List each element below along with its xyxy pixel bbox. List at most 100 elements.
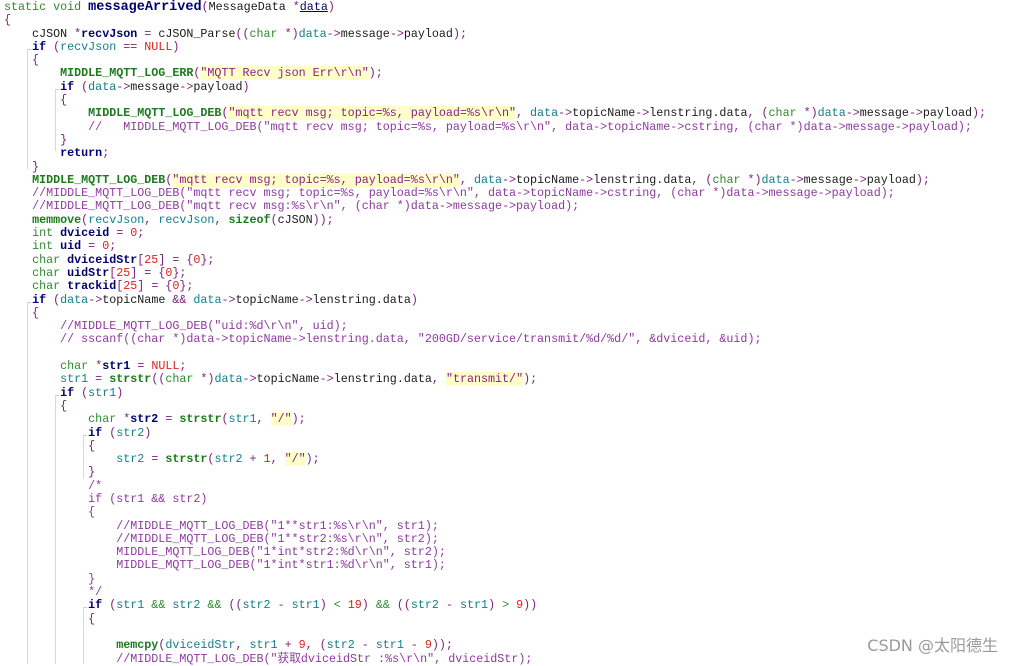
code-line[interactable]: //MIDDLE_MQTT_LOG_DEB("uid:%d\r\n", uid)…	[4, 319, 986, 333]
code-line[interactable]: memmove(recvJson, recvJson, sizeof(cJSON…	[4, 212, 986, 227]
fold-marker	[83, 435, 87, 436]
code-line[interactable]: //MIDDLE_MQTT_LOG_DEB("mqtt recv msg; to…	[4, 187, 986, 200]
code-token: topicName	[516, 172, 580, 187]
code-line[interactable]: if (str1 && str2 && ((str2 - str1) < 19)…	[4, 599, 986, 612]
code-token: recvJson	[88, 212, 145, 227]
code-line[interactable]: str2 = strstr(str2 + 1, "/");	[4, 452, 986, 467]
code-line[interactable]: char *str1 = NULL;	[4, 359, 986, 374]
code-line[interactable]: {	[4, 612, 986, 626]
code-line[interactable]: */	[4, 585, 986, 599]
code-token: "transmit/"	[445, 372, 524, 387]
code-token: (	[102, 598, 117, 613]
code-line[interactable]: {	[4, 54, 986, 67]
code-line[interactable]: char trackid[25] = {0};	[4, 280, 986, 293]
code-token: &&	[144, 598, 173, 613]
code-line[interactable]: if (data->topicName && data->topicName->…	[4, 292, 986, 307]
code-line[interactable]: {	[4, 306, 986, 320]
code-token: 9	[424, 638, 432, 653]
code-line[interactable]: MIDDLE_MQTT_LOG_ERR("MQTT Recv json Err\…	[4, 66, 986, 81]
code-line[interactable]	[4, 347, 986, 360]
code-line[interactable]: //MIDDLE_MQTT_LOG_DEB("mqtt recv msg:%s\…	[4, 200, 986, 213]
code-token: cJSON	[4, 26, 75, 41]
code-line[interactable]: // MIDDLE_MQTT_LOG_DEB("mqtt recv msg; t…	[4, 120, 986, 134]
code-line[interactable]: {	[4, 439, 986, 453]
code-token: ] = {	[158, 252, 194, 267]
code-line[interactable]: }	[4, 160, 986, 174]
code-token: ,	[270, 452, 285, 467]
code-token: strstr	[109, 372, 152, 387]
code-line[interactable]: char *str2 = strstr(str1, "/");	[4, 412, 986, 427]
code-token: char	[32, 265, 68, 280]
code-line[interactable]: return;	[4, 147, 986, 160]
code-line[interactable]: }	[4, 572, 986, 586]
code-token: return	[60, 146, 103, 161]
code-token: ==	[116, 39, 145, 54]
code-token: }	[4, 465, 96, 480]
indent-guide	[55, 89, 56, 151]
code-token: MessageData	[208, 0, 293, 14]
code-token: ->	[908, 106, 923, 121]
code-token: &&	[165, 292, 194, 307]
code-line[interactable]: MIDDLE_MQTT_LOG_DEB("1*int*str2:%d\r\n",…	[4, 546, 986, 559]
code-token: *)	[277, 26, 299, 41]
code-token: str1	[88, 385, 117, 400]
code-line[interactable]: if (str1)	[4, 385, 986, 400]
code-token: message	[340, 26, 390, 41]
code-line[interactable]: str1 = strstr((char *)data->topicName->l…	[4, 372, 986, 387]
code-token: str2	[214, 452, 243, 467]
code-line[interactable]: static void messageArrived(MessageData *…	[4, 0, 986, 14]
code-line[interactable]	[4, 626, 986, 639]
code-token: MIDDLE_MQTT_LOG_DEB	[32, 172, 166, 187]
code-line[interactable]: if (str1 && str2)	[4, 492, 986, 506]
code-line[interactable]: char uidStr[25] = {0};	[4, 265, 986, 280]
code-line[interactable]: // sscanf((char *)data->topicName->lenst…	[4, 333, 986, 346]
code-line[interactable]: MIDDLE_MQTT_LOG_DEB("1*int*str1:%d\r\n",…	[4, 559, 986, 572]
code-line[interactable]: {	[4, 14, 986, 27]
code-line[interactable]: int dviceid = 0;	[4, 226, 986, 240]
code-line[interactable]: {	[4, 506, 986, 519]
code-token: *)	[796, 106, 818, 121]
code-token: cJSON_Parse	[158, 26, 236, 41]
code-line[interactable]: }	[4, 466, 986, 479]
code-line[interactable]: //MIDDLE_MQTT_LOG_DEB("1**str2:%s\r\n", …	[4, 532, 986, 546]
code-line[interactable]: cJSON *recvJson = cJSON_Parse((char *)da…	[4, 26, 986, 41]
code-token: data	[530, 106, 559, 121]
code-line[interactable]: /*	[4, 478, 986, 493]
code-line[interactable]: MIDDLE_MQTT_LOG_DEB("mqtt recv msg; topi…	[4, 172, 986, 187]
code-token: "/"	[284, 452, 306, 467]
code-line[interactable]: if (recvJson == NULL)	[4, 39, 986, 54]
code-token: /*	[88, 478, 103, 493]
code-line[interactable]: //MIDDLE_MQTT_LOG_DEB("1**str1:%s\r\n", …	[4, 519, 986, 533]
code-line[interactable]: if (str2)	[4, 425, 986, 440]
code-token: lenstring.data	[333, 372, 432, 387]
code-token: =	[88, 372, 110, 387]
indent-guide	[27, 49, 28, 169]
code-line[interactable]: memcpy(dviceidStr, str1 + 9, (str2 - str…	[4, 639, 986, 652]
code-line[interactable]: }	[4, 133, 986, 147]
code-token: if	[88, 425, 103, 440]
code-token: +	[277, 638, 299, 653]
code-token: sizeof	[228, 212, 271, 227]
fold-marker	[27, 49, 31, 50]
code-line[interactable]: char dviceidStr[25] = {0};	[4, 252, 986, 267]
code-token: payload	[193, 79, 243, 94]
code-token: uidStr	[67, 265, 110, 280]
code-token: NULL	[151, 359, 180, 374]
code-line[interactable]: {	[4, 399, 986, 413]
code-line[interactable]: if (data->message->payload)	[4, 79, 986, 94]
code-editor[interactable]: static void messageArrived(MessageData *…	[4, 0, 986, 666]
code-line[interactable]: int uid = 0;	[4, 240, 986, 253]
code-line[interactable]: {	[4, 93, 986, 107]
code-line[interactable]: MIDDLE_MQTT_LOG_DEB("mqtt recv msg; topi…	[4, 106, 986, 121]
code-token: //MIDDLE_MQTT_LOG_DEB("mqtt recv msg; to…	[32, 186, 895, 201]
code-token: =	[158, 412, 180, 427]
